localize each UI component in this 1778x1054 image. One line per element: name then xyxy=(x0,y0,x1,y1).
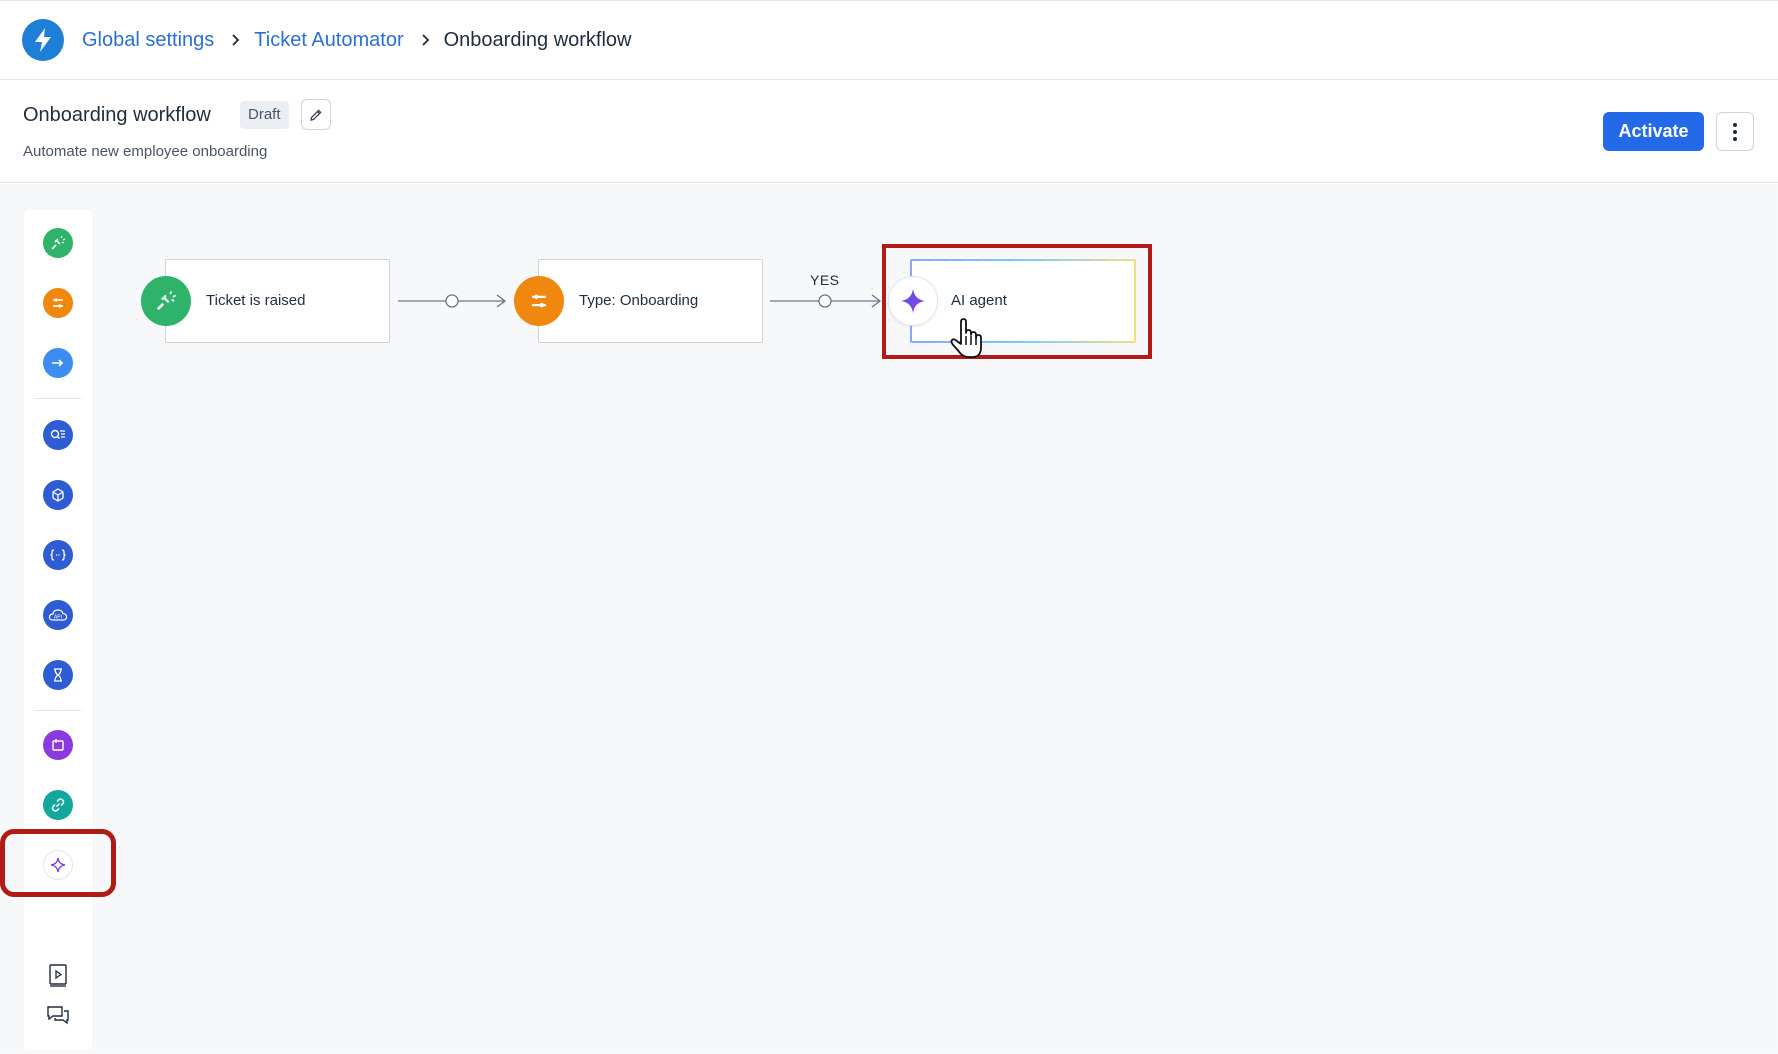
edit-title-button[interactable] xyxy=(301,99,331,130)
workflow-header: Onboarding workflow Draft Automate new e… xyxy=(0,80,1778,183)
node-type-onboarding[interactable]: Type: Onboarding xyxy=(538,259,763,343)
breadcrumb: Global settings Ticket Automator Onboard… xyxy=(68,29,632,52)
app-icon xyxy=(52,739,64,751)
action-icon xyxy=(52,359,64,367)
hourglass-icon xyxy=(54,668,62,682)
condition-icon xyxy=(53,298,63,308)
breadcrumb-current-page: Onboarding workflow xyxy=(443,28,632,51)
chevron-right-icon xyxy=(420,33,430,47)
palette-object[interactable] xyxy=(43,480,73,510)
chat-button[interactable] xyxy=(44,1002,72,1030)
svg-text:API: API xyxy=(54,615,62,621)
lightning-icon xyxy=(35,28,51,52)
kebab-menu-icon xyxy=(1733,122,1737,141)
cube-icon xyxy=(52,488,64,502)
chevron-right-icon xyxy=(230,33,240,47)
palette-divider xyxy=(35,710,81,711)
node-icon-condition xyxy=(514,276,564,326)
palette-app[interactable] xyxy=(43,730,73,760)
app-logo[interactable] xyxy=(22,19,64,61)
breadcrumb-ticket-automator[interactable]: Ticket Automator xyxy=(254,29,403,52)
node-icon-trigger xyxy=(141,276,191,326)
palette-divider xyxy=(35,398,81,399)
link-icon xyxy=(51,798,65,812)
search-list-icon xyxy=(50,429,65,439)
top-navigation-bar: Global settings Ticket Automator Onboard… xyxy=(0,0,1778,80)
api-cloud-icon: API xyxy=(48,609,68,621)
highlight-box-ai-agent-node xyxy=(882,244,1152,359)
edge-label-yes: YES xyxy=(810,272,840,288)
breadcrumb-global-settings[interactable]: Global settings xyxy=(82,29,214,52)
palette-trigger[interactable] xyxy=(43,228,73,258)
workflow-description: Automate new employee onboarding xyxy=(23,143,268,160)
palette-action[interactable] xyxy=(43,348,73,378)
video-guide-button[interactable] xyxy=(44,962,72,990)
node-ticket-raised[interactable]: Ticket is raised xyxy=(165,259,390,343)
node-label: Type: Onboarding xyxy=(579,292,699,309)
node-palette: API xyxy=(24,210,92,1050)
palette-search-list[interactable] xyxy=(43,420,73,450)
more-options-button[interactable] xyxy=(1716,112,1754,151)
palette-api[interactable]: API xyxy=(43,600,73,630)
palette-delay[interactable] xyxy=(43,660,73,690)
code-braces-icon xyxy=(50,549,66,561)
activate-button[interactable]: Activate xyxy=(1603,112,1704,151)
palette-integration[interactable] xyxy=(43,790,73,820)
status-badge: Draft xyxy=(240,101,289,129)
node-label: Ticket is raised xyxy=(206,292,306,309)
trigger-icon xyxy=(51,235,66,250)
trigger-icon xyxy=(156,291,176,311)
pencil-icon xyxy=(310,108,322,121)
hand-cursor-icon xyxy=(950,318,982,358)
chat-icon xyxy=(47,1006,69,1025)
palette-code[interactable] xyxy=(43,540,73,570)
palette-condition[interactable] xyxy=(43,288,73,318)
page-title: Onboarding workflow xyxy=(23,104,211,126)
condition-icon xyxy=(532,294,546,308)
video-guide-icon xyxy=(49,964,67,987)
highlight-box-palette-ai-agent xyxy=(0,829,116,897)
